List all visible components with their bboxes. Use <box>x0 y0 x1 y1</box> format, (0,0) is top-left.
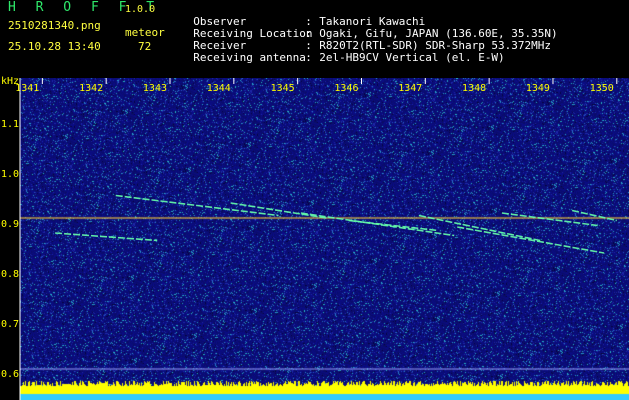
y-tick-label: 1.1 <box>1 119 19 130</box>
x-tick-label: 1343 <box>143 83 167 94</box>
x-tick-label: 1346 <box>334 83 358 94</box>
meteor-trace <box>457 226 605 254</box>
x-tick-label: 1347 <box>398 83 422 94</box>
meteor-trace <box>348 219 439 232</box>
y-axis-unit: kHz <box>1 76 19 87</box>
meteor-trace <box>230 202 327 219</box>
meteor-trace <box>115 194 279 217</box>
x-tick-label: 1344 <box>207 83 231 94</box>
x-tick-label: 1345 <box>271 83 295 94</box>
x-tick-label: 1348 <box>462 83 486 94</box>
meteor-trace <box>418 214 541 242</box>
y-tick-label: 0.8 <box>1 269 19 280</box>
y-tick-label: 0.9 <box>1 219 19 230</box>
x-tick-label: 1342 <box>79 83 103 94</box>
y-tick-label: 1.0 <box>1 169 19 180</box>
spectrogram-axes: 1341 1342 1343 1344 1345 1346 1347 1348 1349 1350… <box>1 76 618 400</box>
y-tick-label: 0.6 <box>1 369 19 380</box>
meteor-trace <box>55 232 158 242</box>
meteor-trace <box>571 209 617 222</box>
y-tick-label: 0.7 <box>1 319 19 330</box>
x-tick-label: 1350 <box>590 83 614 94</box>
meteor-trace <box>501 212 598 227</box>
x-tick-label: 1349 <box>526 83 550 94</box>
